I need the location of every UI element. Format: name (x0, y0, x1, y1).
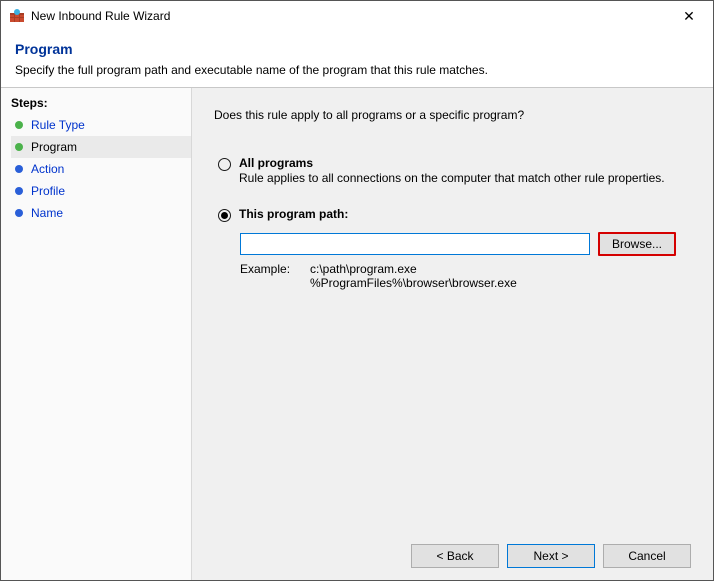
close-button[interactable]: ✕ (669, 2, 709, 30)
page-heading: Program (15, 41, 699, 57)
wizard-header: Program Specify the full program path an… (1, 31, 713, 88)
step-name[interactable]: Name (11, 202, 191, 224)
question-text: Does this rule apply to all programs or … (214, 108, 691, 122)
step-bullet-icon (15, 209, 23, 217)
step-label: Program (31, 140, 77, 154)
page-description: Specify the full program path and execut… (15, 63, 699, 77)
step-bullet-icon (15, 187, 23, 195)
step-label: Action (31, 162, 64, 176)
example-block: Example: c:\path\program.exe %ProgramFil… (240, 262, 691, 290)
option-this-program-path[interactable]: This program path: (214, 207, 691, 222)
program-path-row: Browse... (240, 232, 691, 256)
window-title: New Inbound Rule Wizard (31, 9, 669, 23)
option-all-sub: Rule applies to all connections on the c… (239, 171, 691, 185)
step-action[interactable]: Action (11, 158, 191, 180)
firewall-icon (9, 8, 25, 24)
step-bullet-icon (15, 121, 23, 129)
close-icon: ✕ (683, 8, 695, 25)
cancel-button[interactable]: Cancel (603, 544, 691, 568)
step-label: Profile (31, 184, 65, 198)
step-label: Rule Type (31, 118, 85, 132)
content-pane: Does this rule apply to all programs or … (191, 88, 713, 580)
steps-sidebar: Steps: Rule Type Program Action Profile … (1, 88, 191, 580)
wizard-footer: < Back Next > Cancel (214, 534, 691, 568)
option-all-programs[interactable]: All programs Rule applies to all connect… (214, 156, 691, 185)
option-all-title: All programs (239, 156, 691, 170)
option-path-title: This program path: (239, 207, 691, 221)
titlebar: New Inbound Rule Wizard ✕ (1, 1, 713, 31)
steps-title: Steps: (11, 96, 191, 110)
example-lines: c:\path\program.exe %ProgramFiles%\brows… (310, 262, 517, 290)
program-path-input[interactable] (240, 233, 590, 255)
step-profile[interactable]: Profile (11, 180, 191, 202)
step-label: Name (31, 206, 63, 220)
wizard-body: Steps: Rule Type Program Action Profile … (1, 88, 713, 580)
radio-this-program-path[interactable] (218, 209, 231, 222)
next-button[interactable]: Next > (507, 544, 595, 568)
step-rule-type[interactable]: Rule Type (11, 114, 191, 136)
step-bullet-icon (15, 165, 23, 173)
step-bullet-icon (15, 143, 23, 151)
back-button[interactable]: < Back (411, 544, 499, 568)
browse-button[interactable]: Browse... (598, 232, 676, 256)
step-program[interactable]: Program (11, 136, 191, 158)
radio-all-programs[interactable] (218, 158, 231, 171)
wizard-window: New Inbound Rule Wizard ✕ Program Specif… (0, 0, 714, 581)
example-label: Example: (240, 262, 310, 290)
